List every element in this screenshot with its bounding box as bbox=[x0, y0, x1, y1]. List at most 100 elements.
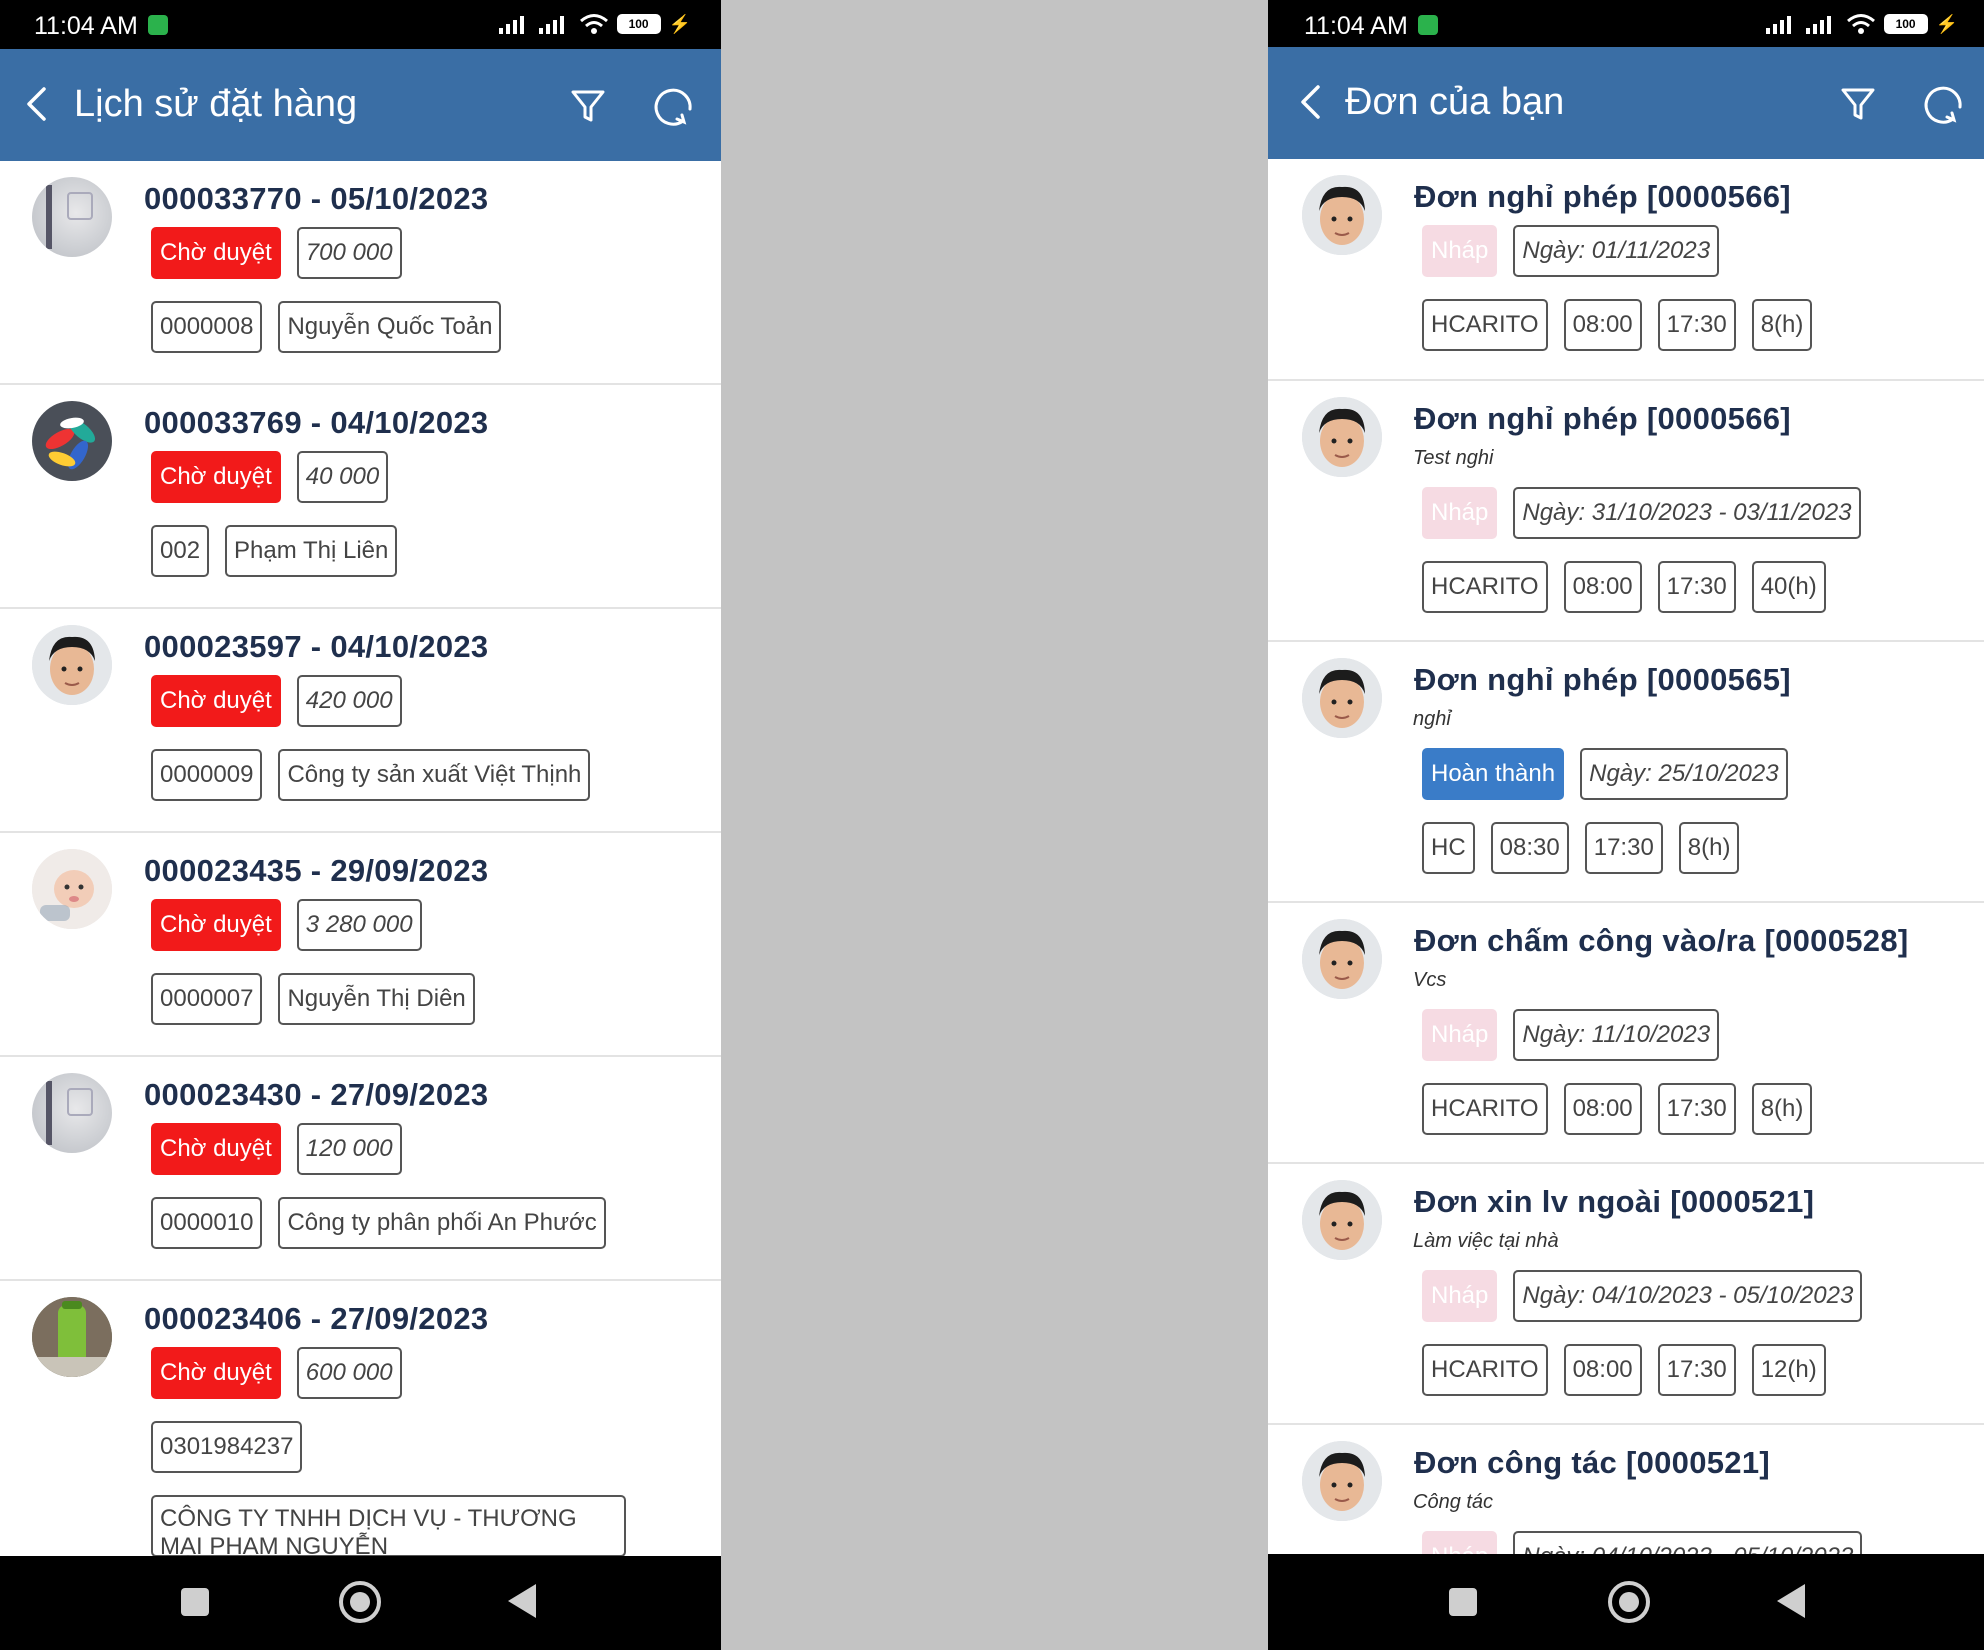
request-date: Ngày: 31/10/2023 - 03/11/2023 bbox=[1513, 487, 1861, 539]
status-badge: Nháp bbox=[1422, 487, 1498, 539]
request-item[interactable]: Đơn nghỉ phép [0000565] nghỉ Hoàn thành N… bbox=[1268, 642, 1984, 903]
request-title: Đơn xin lv ngoài [0000521] bbox=[1414, 1184, 1815, 1219]
nav-back-icon[interactable] bbox=[508, 1584, 536, 1618]
request-note: Làm việc tại nhà bbox=[1413, 1230, 1559, 1252]
customer-code: 0000008 bbox=[151, 301, 263, 353]
status-badge: Chờ duyệt bbox=[151, 675, 281, 727]
request-date: Ngày: 01/11/2023 bbox=[1513, 225, 1720, 277]
shift-code: HCARITO bbox=[1422, 1344, 1548, 1396]
avatar bbox=[1302, 919, 1382, 999]
shift-code: HC bbox=[1422, 822, 1475, 874]
order-item[interactable]: 000023435 - 29/09/2023 Chờ duyệt 3 280 00… bbox=[0, 833, 721, 1057]
customer-name: Công ty sản xuất Việt Thịnh bbox=[278, 749, 591, 801]
filter-icon[interactable] bbox=[1833, 79, 1883, 129]
order-title: 000023430 - 27/09/2023 bbox=[144, 1077, 489, 1112]
customer-name: Phạm Thị Liên bbox=[225, 525, 398, 577]
app-bar: Đơn của bạn bbox=[1268, 47, 1984, 159]
request-date: Ngày: 04/10/2023 - 05/10/2023 bbox=[1513, 1531, 1863, 1556]
end-time: 17:30 bbox=[1657, 1344, 1736, 1396]
shift-code: HCARITO bbox=[1422, 1083, 1548, 1135]
customer-code: 0000007 bbox=[151, 973, 263, 1025]
order-amount: 40 000 bbox=[296, 451, 389, 503]
order-amount: 3 280 000 bbox=[296, 899, 422, 951]
request-item[interactable]: Đơn xin lv ngoài [0000521] Làm việc tại … bbox=[1268, 1164, 1984, 1425]
avatar bbox=[32, 401, 112, 481]
request-item[interactable]: Đơn công tác [0000521] Công tác Nháp Ngày… bbox=[1268, 1425, 1984, 1556]
home-icon[interactable] bbox=[339, 1581, 381, 1623]
charging-icon: ⚡ bbox=[668, 13, 691, 34]
refresh-icon[interactable] bbox=[650, 81, 700, 131]
order-list: 000033770 - 05/10/2023 Chờ duyệt 700 000 … bbox=[0, 161, 721, 1556]
refresh-icon[interactable] bbox=[1920, 79, 1970, 129]
request-title: Đơn công tác [0000521] bbox=[1414, 1445, 1770, 1480]
request-title: Đơn nghỉ phép [0000566] bbox=[1414, 179, 1791, 214]
end-time: 17:30 bbox=[1584, 822, 1663, 874]
total-hours: 40(h) bbox=[1751, 561, 1826, 613]
customer-name: CÔNG TY TNHH DỊCH VỤ - THƯƠNG MẠI PHẠM N… bbox=[151, 1495, 626, 1556]
back-arrow-icon[interactable] bbox=[1288, 77, 1338, 127]
status-bar: 11:04 AM 100 ⚡ bbox=[1268, 0, 1984, 49]
back-arrow-icon[interactable] bbox=[14, 79, 64, 129]
my-requests-screen: 11:04 AM 100 ⚡ Đơn của bạn Đơn nghỉ phép… bbox=[1268, 0, 1984, 1650]
request-date: Ngày: 11/10/2023 bbox=[1513, 1009, 1720, 1061]
shift-code: HCARITO bbox=[1422, 561, 1548, 613]
order-item[interactable]: 000033769 - 04/10/2023 Chờ duyệt 40 000 0… bbox=[0, 385, 721, 609]
avatar bbox=[32, 177, 112, 257]
avatar bbox=[1302, 175, 1382, 255]
request-date: Ngày: 25/10/2023 bbox=[1580, 748, 1788, 800]
total-hours: 8(h) bbox=[1751, 1083, 1813, 1135]
app-notification-icon bbox=[148, 15, 168, 35]
customer-code: 0301984237 bbox=[151, 1421, 303, 1473]
request-title: Đơn nghỉ phép [0000565] bbox=[1414, 662, 1791, 697]
recent-apps-icon[interactable] bbox=[181, 1588, 209, 1616]
request-note: Vcs bbox=[1413, 969, 1447, 991]
avatar bbox=[32, 1297, 112, 1377]
order-item[interactable]: 000023430 - 27/09/2023 Chờ duyệt 120 000 … bbox=[0, 1057, 721, 1281]
app-notification-icon bbox=[1418, 15, 1438, 35]
customer-name: Nguyễn Thị Diên bbox=[278, 973, 475, 1025]
customer-code: 0000009 bbox=[151, 749, 263, 801]
signal-icon bbox=[498, 14, 531, 34]
order-history-screen: 11:04 AM 100 ⚡ Lịch sử đặt hàng 00003377… bbox=[0, 0, 721, 1650]
end-time: 17:30 bbox=[1657, 561, 1736, 613]
request-title: Đơn chấm công vào/ra [0000528] bbox=[1414, 923, 1909, 958]
end-time: 17:30 bbox=[1657, 299, 1736, 351]
start-time: 08:00 bbox=[1563, 561, 1642, 613]
status-badge: Nháp bbox=[1422, 1531, 1498, 1556]
customer-name: Nguyễn Quốc Toản bbox=[278, 301, 502, 353]
nav-back-icon[interactable] bbox=[1777, 1584, 1805, 1618]
request-item[interactable]: Đơn nghỉ phép [0000566] Test nghi Nháp Ng… bbox=[1268, 381, 1984, 642]
request-note: Công tác bbox=[1413, 1491, 1494, 1513]
order-amount: 420 000 bbox=[296, 675, 402, 727]
home-icon[interactable] bbox=[1608, 1581, 1650, 1623]
request-item[interactable]: Đơn nghỉ phép [0000566] Nháp Ngày: 01/11/… bbox=[1268, 159, 1984, 381]
order-item[interactable]: 000023597 - 04/10/2023 Chờ duyệt 420 000 … bbox=[0, 609, 721, 833]
customer-code: 0000010 bbox=[151, 1197, 263, 1249]
order-title: 000033770 - 05/10/2023 bbox=[144, 181, 489, 216]
status-time: 11:04 AM bbox=[1304, 12, 1408, 40]
request-item[interactable]: Đơn chấm công vào/ra [0000528] Vcs Nháp N… bbox=[1268, 903, 1984, 1164]
filter-icon[interactable] bbox=[563, 81, 613, 131]
wifi-icon bbox=[1846, 14, 1875, 34]
system-nav-bar bbox=[1268, 1554, 1984, 1650]
start-time: 08:00 bbox=[1563, 1344, 1642, 1396]
avatar bbox=[1302, 397, 1382, 477]
avatar bbox=[1302, 1441, 1382, 1521]
avatar bbox=[32, 1073, 112, 1153]
order-item[interactable]: 000023406 - 27/09/2023 Chờ duyệt 600 000 … bbox=[0, 1281, 721, 1556]
status-time: 11:04 AM bbox=[34, 12, 138, 40]
battery-icon: 100 bbox=[1883, 14, 1928, 34]
end-time: 17:30 bbox=[1657, 1083, 1736, 1135]
order-amount: 700 000 bbox=[296, 227, 402, 279]
page-title: Đơn của bạn bbox=[1345, 81, 1565, 123]
order-item[interactable]: 000033770 - 05/10/2023 Chờ duyệt 700 000 … bbox=[0, 161, 721, 385]
wifi-icon bbox=[579, 14, 608, 34]
start-time: 08:00 bbox=[1563, 1083, 1642, 1135]
recent-apps-icon[interactable] bbox=[1449, 1588, 1477, 1616]
request-note: nghỉ bbox=[1413, 708, 1451, 730]
avatar bbox=[32, 849, 112, 929]
order-title: 000023597 - 04/10/2023 bbox=[144, 629, 489, 664]
request-date: Ngày: 04/10/2023 - 05/10/2023 bbox=[1513, 1270, 1863, 1322]
signal-icon bbox=[538, 14, 571, 34]
avatar bbox=[1302, 658, 1382, 738]
